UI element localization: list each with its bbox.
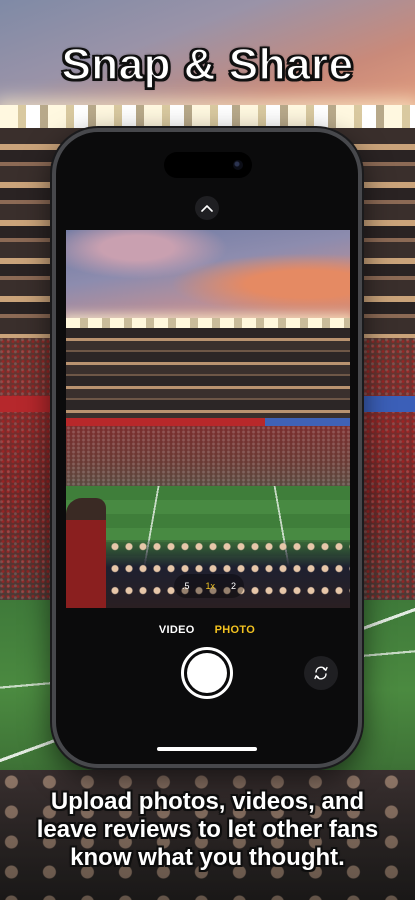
viewfinder-stands (66, 328, 350, 420)
chevron-up-glyph (201, 205, 213, 212)
mode-photo[interactable]: PHOTO (215, 624, 255, 640)
camera-viewfinder[interactable]: .5 1x 2 (66, 230, 350, 608)
viewfinder-fan (66, 498, 106, 608)
mode-video[interactable]: VIDEO (159, 624, 195, 640)
zoom-selector[interactable]: .5 1x 2 (174, 574, 244, 598)
chevron-up-icon[interactable] (195, 196, 219, 220)
front-camera-icon (233, 160, 243, 170)
viewfinder-ribbon-board (66, 418, 350, 426)
viewfinder-sky (66, 230, 350, 320)
home-indicator[interactable] (157, 747, 257, 751)
dynamic-island (164, 152, 252, 178)
flip-camera-button[interactable] (304, 656, 338, 690)
phone-mockup: .5 1x 2 VIDEO PHOTO (52, 128, 362, 768)
flip-camera-icon (314, 666, 328, 680)
headline: Snap & Share (61, 39, 354, 90)
camera-mode-selector: VIDEO PHOTO (56, 624, 358, 640)
shutter-button-icon (187, 653, 227, 693)
zoom-option-2[interactable]: 2 (231, 581, 236, 591)
zoom-option-1x[interactable]: 1x (205, 581, 215, 591)
viewfinder-lights (66, 318, 350, 328)
caption: Upload photos, videos, and leave reviews… (36, 788, 379, 871)
zoom-option-0.5[interactable]: .5 (182, 581, 190, 591)
viewfinder-crowd (66, 426, 350, 486)
background-stadium-lights (0, 105, 415, 129)
shutter-button[interactable] (181, 647, 233, 699)
